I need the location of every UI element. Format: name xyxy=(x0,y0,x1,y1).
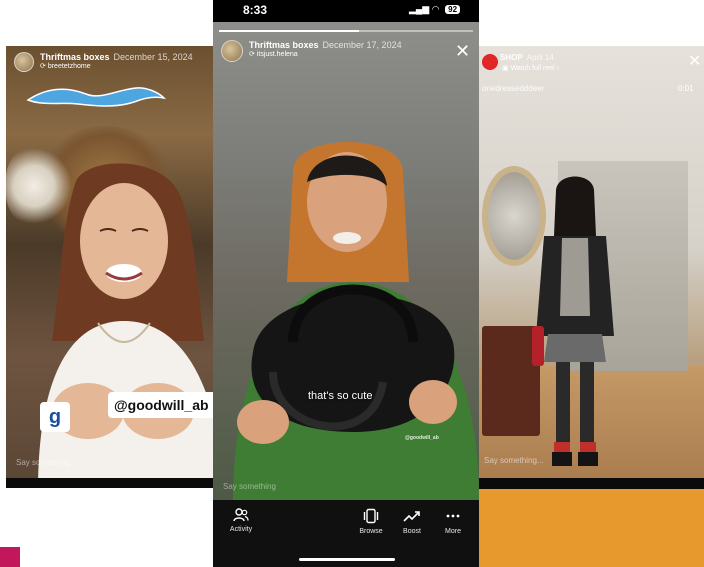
story-date: December 15, 2024 xyxy=(113,52,193,62)
left-story-header: Thriftmas boxes December 15, 2024 ⟳ breet… xyxy=(14,52,193,72)
shop-avatar-icon[interactable] xyxy=(482,54,498,70)
more-label: More xyxy=(445,528,461,535)
right-story-card[interactable]: SHOP April 14 ▣ Watch full reel › ✕ onedr… xyxy=(478,46,704,490)
story-username[interactable]: itsjust.helena xyxy=(257,51,298,58)
shop-title: SHOP April 14 xyxy=(500,53,554,62)
battery-icon: 92 xyxy=(445,5,461,14)
story-progress-bar xyxy=(219,30,473,32)
story-username-row: ⟳ itsjust.helena xyxy=(249,51,402,59)
goodwill-logo: g xyxy=(40,402,70,432)
close-icon[interactable]: ✕ xyxy=(455,42,470,60)
story-title-text: Thriftmas boxes xyxy=(40,52,110,62)
pink-corner-mark xyxy=(0,547,20,567)
message-input[interactable]: Say something... xyxy=(484,456,544,465)
status-icons: ▂▄▆ ◠ 92 xyxy=(409,4,461,15)
story-username-row: ⟳ breetetzhome xyxy=(40,63,193,71)
close-icon[interactable]: ✕ xyxy=(688,54,701,70)
boost-button[interactable]: Boost xyxy=(390,508,434,535)
home-indicator[interactable] xyxy=(299,558,395,561)
story-progress-fill xyxy=(219,30,359,32)
mention-sticker[interactable]: @goodwill_ab xyxy=(108,392,218,418)
right-story-header: SHOP April 14 ▣ Watch full reel › ✕ xyxy=(478,46,704,80)
more-button[interactable]: More xyxy=(431,508,475,535)
left-story-card[interactable]: g @goodwill_ab Thriftmas boxes December 1… xyxy=(6,46,218,488)
screenshot-collage: g @goodwill_ab Thriftmas boxes December 1… xyxy=(0,0,704,567)
person-holding-bag-photo xyxy=(233,142,479,500)
video-watermark: @goodwill_ab xyxy=(405,435,439,441)
phone-frame: 8:33 ▂▄▆ ◠ 92 Thriftmas boxes December 1… xyxy=(213,0,479,567)
wifi-icon: ◠ xyxy=(431,4,440,14)
woman-laughing-photo xyxy=(38,163,218,488)
more-icon xyxy=(446,514,460,518)
people-icon xyxy=(233,508,249,522)
watch-full-reel-link[interactable]: ▣ Watch full reel › xyxy=(502,64,559,72)
story-title-text: Thriftmas boxes xyxy=(249,40,319,50)
avatar[interactable] xyxy=(14,52,34,72)
message-input[interactable]: Say something xyxy=(223,482,276,491)
chevron-right-icon: › xyxy=(556,65,559,72)
browse-icon xyxy=(363,508,379,524)
trend-up-icon xyxy=(403,511,420,522)
woman-standing-photo xyxy=(532,176,614,466)
left-bottom-bar xyxy=(6,478,218,488)
repost-icon: ⟳ xyxy=(249,51,255,59)
repost-icon: ⟳ xyxy=(40,63,46,71)
orange-accent-block xyxy=(478,489,704,567)
video-caption: that's so cute xyxy=(308,390,373,402)
watch-reel-label: Watch full reel xyxy=(510,65,555,72)
story-media[interactable]: Thriftmas boxes December 17, 2024 ⟳ itsju… xyxy=(213,22,479,500)
activity-label: Activity xyxy=(229,526,253,533)
story-title: Thriftmas boxes December 15, 2024 xyxy=(40,52,193,62)
status-time: 8:33 xyxy=(243,3,268,17)
story-action-bar: Activity Browse Boost More xyxy=(213,500,479,567)
signal-icon: ▂▄▆ xyxy=(409,4,430,14)
browse-label: Browse xyxy=(359,528,383,535)
reel-username[interactable]: onedressedddeer xyxy=(482,84,544,93)
shop-title-text: SHOP xyxy=(500,53,523,62)
blue-bird-illustration xyxy=(26,87,166,107)
status-bar: 8:33 ▂▄▆ ◠ 92 xyxy=(213,0,479,22)
reel-timecode: 0:01 xyxy=(678,84,694,93)
shop-date: April 14 xyxy=(526,53,554,62)
browse-button[interactable]: Browse xyxy=(349,508,393,535)
story-title: Thriftmas boxes December 17, 2024 xyxy=(249,40,402,50)
boost-label: Boost xyxy=(403,528,421,535)
reel-icon: ▣ xyxy=(502,65,509,72)
story-username[interactable]: breetetzhome xyxy=(48,63,91,70)
story-date: December 17, 2024 xyxy=(322,40,402,50)
message-input[interactable]: Say something... xyxy=(16,458,76,467)
avatar[interactable] xyxy=(221,40,243,62)
middle-story-header: Thriftmas boxes December 17, 2024 ⟳ itsju… xyxy=(221,40,402,62)
activity-button[interactable]: Activity xyxy=(219,508,263,533)
